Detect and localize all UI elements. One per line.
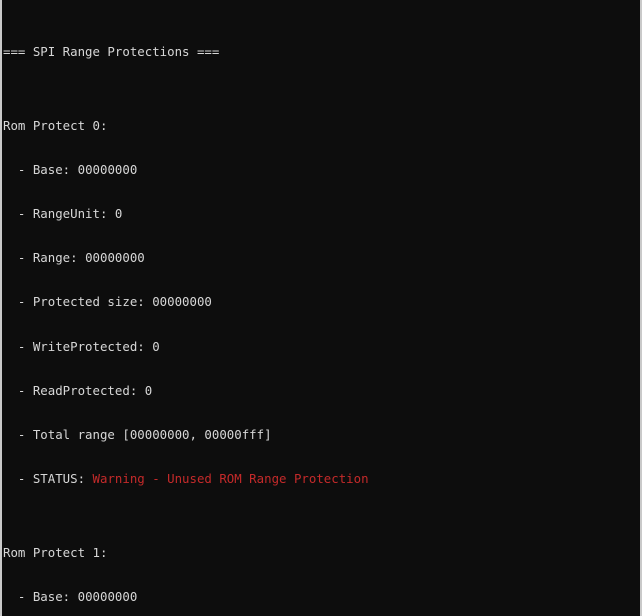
total-range-value: [00000000, 00000fff] (122, 426, 272, 442)
protected-size-value: 00000000 (152, 294, 212, 310)
range-value: 00000000 (85, 250, 145, 266)
writeprotected-label: - WriteProtected: (3, 338, 153, 354)
protected-size-label: - Protected size: (3, 294, 153, 310)
rom-protect-readprotected-row: - ReadProtected: 0 (3, 382, 640, 399)
terminal-output: === SPI Range Protections === Rom Protec… (3, 1, 640, 616)
base-value: 00000000 (77, 588, 138, 604)
readprotected-label: - ReadProtected: (3, 382, 145, 398)
rom-protect-total-range-row: - Total range [00000000, 00000fff] (3, 426, 640, 443)
writeprotected-value: 0 (152, 338, 160, 354)
status-badge: Warning - Unused ROM Range Protection (92, 471, 369, 486)
rom-protect-base-row: - Base: 00000000 (3, 588, 640, 605)
section-header-text: === SPI Range Protections === (3, 44, 220, 60)
rom-protect-status-row: - STATUS: Warning - Unused ROM Range Pro… (3, 471, 640, 487)
rom-protect-title: Rom Protect 1: (3, 544, 640, 561)
rom-protect-range-row: - Range: 00000000 (3, 250, 640, 266)
status-label: - STATUS: (3, 471, 93, 486)
range-label: - Range: (3, 250, 86, 266)
section-header-line: === SPI Range Protections === (3, 44, 640, 60)
terminal-window: === SPI Range Protections === Rom Protec… (0, 0, 642, 616)
rangeunit-label: - RangeUnit: (3, 206, 115, 222)
rom-protect-title-text: Rom Protect 0: (3, 117, 108, 133)
rom-protect-rangeunit-row: - RangeUnit: 0 (3, 206, 640, 222)
base-label: - Base: (3, 588, 78, 604)
rom-protect-title-text: Rom Protect 1: (3, 544, 108, 560)
readprotected-value: 0 (144, 382, 153, 398)
rom-protect-protected-size-row: - Protected size: 00000000 (3, 295, 640, 310)
rangeunit-value: 0 (114, 206, 123, 222)
total-range-label: - Total range (3, 426, 123, 442)
rom-protect-base-row: - Base: 00000000 (3, 161, 640, 178)
base-label: - Base: (3, 161, 78, 177)
rom-protect-title: Rom Protect 0: (3, 117, 640, 134)
base-value: 00000000 (77, 161, 138, 177)
rom-protect-writeprotected-row: - WriteProtected: 0 (3, 338, 640, 355)
